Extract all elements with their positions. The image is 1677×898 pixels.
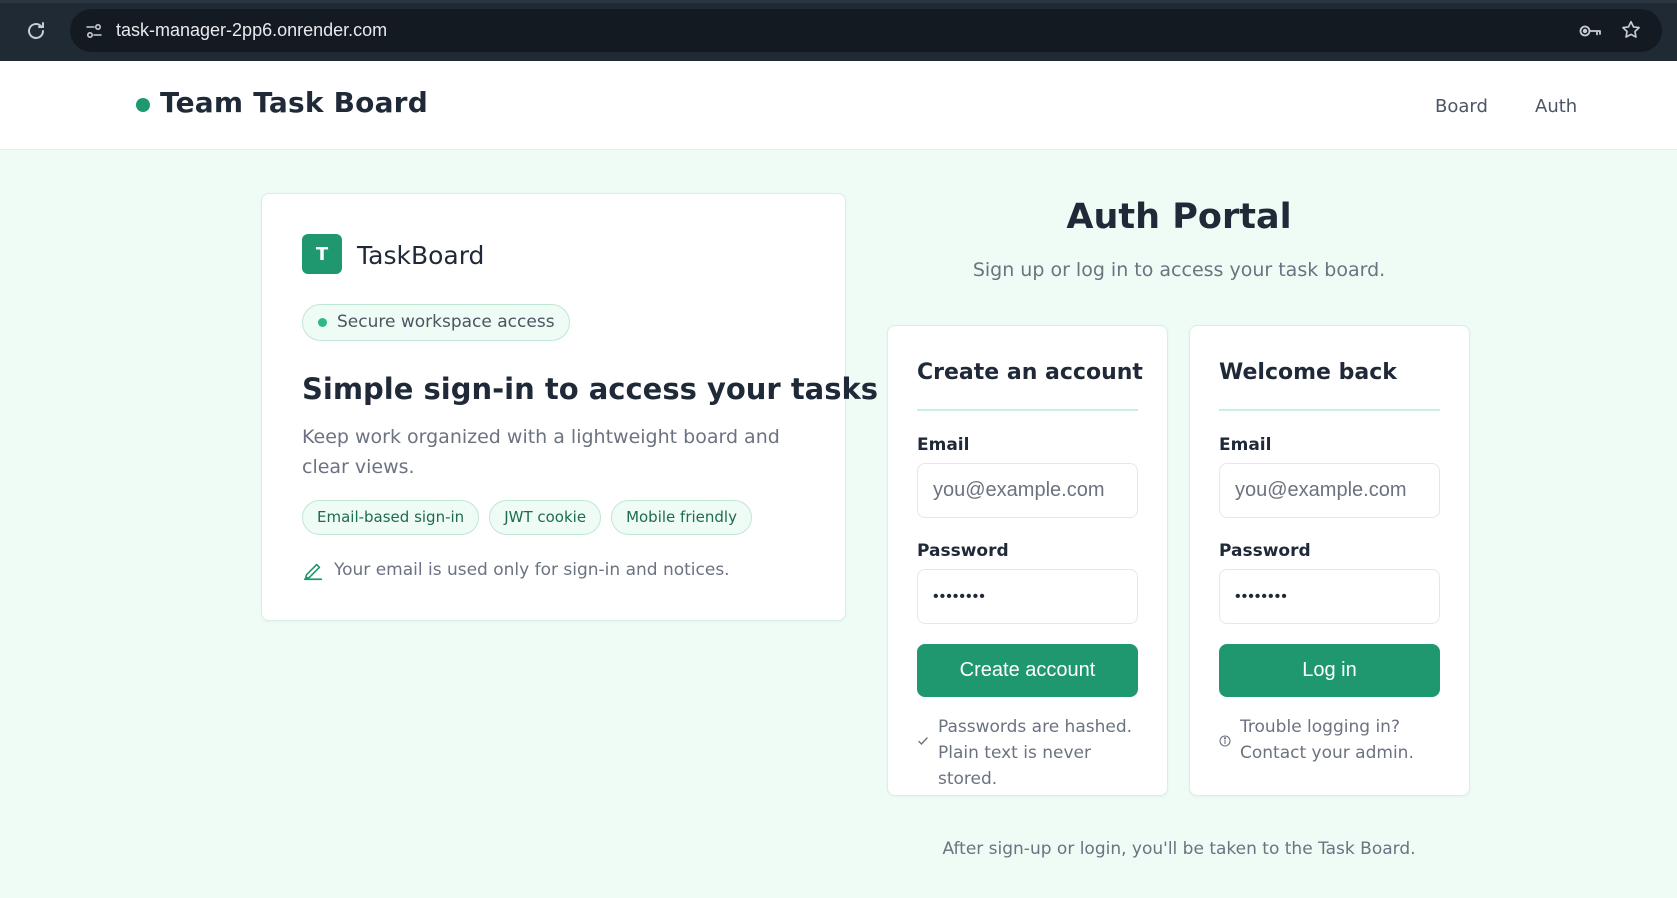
pen-icon [302,560,324,582]
signup-title: Create an account [917,360,1143,385]
info-description: Keep work organized with a lightweight b… [302,426,780,478]
portal-title: Auth Portal [1066,197,1292,237]
log-in-button[interactable]: Log in [1219,644,1440,697]
address-bar[interactable]: task-manager-2pp6.onrender.com [70,9,1662,52]
chip-email-sign-in: Email-based sign-in [302,500,480,535]
login-email-input[interactable] [1219,463,1440,518]
logo-name: TaskBoard [357,241,485,270]
login-note: Trouble logging in? Contact your admin. [1240,717,1414,763]
info-heading: Simple sign-in to access your tasks [302,372,879,406]
portal-subtitle: Sign up or log in to access your task bo… [972,259,1386,281]
status-dot-icon [318,318,327,327]
divider [917,409,1138,411]
signup-password-label: Password [917,541,1009,561]
site-info-icon[interactable] [84,21,104,41]
secure-access-label: Secure workspace access [337,312,555,332]
secure-access-pill: Secure workspace access [302,304,570,341]
tab-strip [0,0,1677,3]
check-icon [917,732,929,746]
nav-link-board[interactable]: Board [1435,96,1488,117]
chip-jwt-cookie: JWT cookie [489,500,602,535]
app-title: Team Task Board [160,86,428,119]
login-password-label: Password [1219,541,1311,561]
app-header: Team Task Board Board Auth [0,61,1677,150]
info-card: T TaskBoard Secure workspace access Simp… [261,193,878,621]
redirect-note: After sign-up or login, you'll be taken … [942,839,1416,859]
login-password-input[interactable] [1219,569,1440,624]
info-icon [1219,732,1231,747]
brand-dot-icon [136,98,150,112]
feature-chips: Email-based sign-in JWT cookie Mobile fr… [302,500,752,535]
login-card: Welcome back Email Password Log in Troub… [1189,325,1470,796]
signup-card: Create an account Email Password Create … [887,325,1168,796]
browser-chrome: task-manager-2pp6.onrender.com [0,0,1677,61]
login-email-label: Email [1219,435,1272,455]
url-text[interactable]: task-manager-2pp6.onrender.com [116,20,387,41]
divider [1219,409,1440,411]
key-icon[interactable] [1578,20,1602,42]
chip-mobile-friendly: Mobile friendly [611,500,752,535]
signup-password-input[interactable] [917,569,1138,624]
logo-tile: T [302,234,342,274]
star-icon[interactable] [1620,19,1642,41]
create-account-button[interactable]: Create account [917,644,1138,697]
privacy-note: Your email is used only for sign-in and … [334,560,730,580]
signup-email-input[interactable] [917,463,1138,518]
nav-link-auth[interactable]: Auth [1535,96,1577,117]
signup-email-label: Email [917,435,970,455]
login-title: Welcome back [1219,360,1397,385]
reload-icon[interactable] [24,19,48,43]
signup-note: Passwords are hashed. Plain text is neve… [938,717,1133,789]
